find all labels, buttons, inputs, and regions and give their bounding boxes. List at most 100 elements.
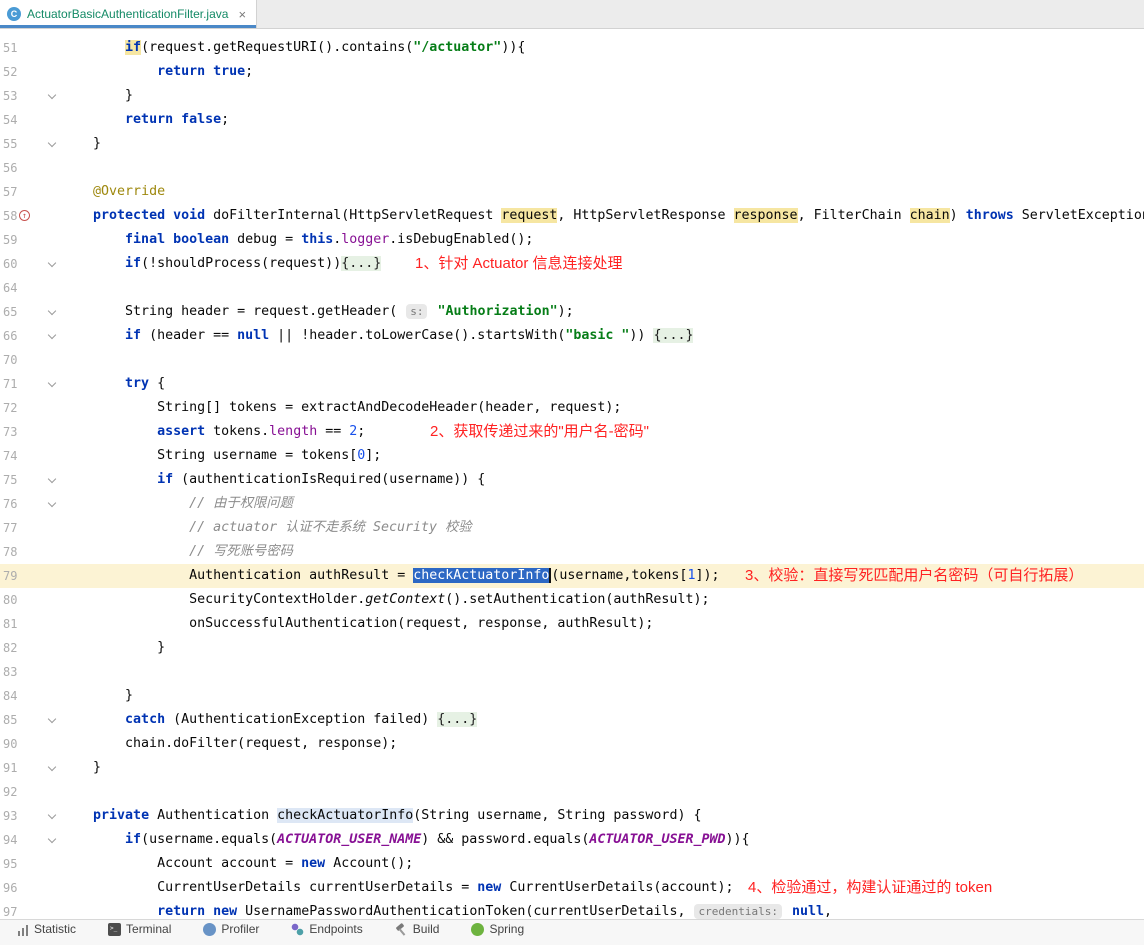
code-text[interactable]: assert tokens.length == 2; bbox=[61, 420, 365, 444]
line-number[interactable]: 77 bbox=[3, 516, 17, 540]
line-number[interactable]: 83 bbox=[3, 660, 17, 684]
line-number[interactable]: 85 bbox=[3, 708, 17, 732]
line-number[interactable]: 78 bbox=[3, 540, 17, 564]
line-number[interactable]: 73 bbox=[3, 420, 17, 444]
editor-gutter[interactable]: 59 bbox=[0, 228, 61, 252]
code-text[interactable]: chain.doFilter(request, response); bbox=[61, 732, 397, 756]
editor-gutter[interactable]: 74 bbox=[0, 444, 61, 468]
editor-gutter[interactable]: 65 bbox=[0, 300, 61, 324]
code-text[interactable]: catch (AuthenticationException failed) {… bbox=[61, 708, 478, 732]
editor-gutter[interactable]: 70 bbox=[0, 348, 61, 372]
line-number[interactable]: 55 bbox=[3, 132, 17, 156]
close-tab-icon[interactable]: × bbox=[238, 8, 246, 21]
editor-gutter[interactable]: 58 ↑ bbox=[0, 204, 61, 228]
code-text[interactable]: SecurityContextHolder.getContext().setAu… bbox=[61, 588, 709, 612]
line-number[interactable]: 94 bbox=[3, 828, 17, 852]
code-text[interactable]: Account account = new Account(); bbox=[61, 852, 413, 876]
editor-gutter[interactable]: 64 bbox=[0, 276, 61, 300]
code-text[interactable]: } bbox=[61, 636, 165, 660]
editor-gutter[interactable]: 95 bbox=[0, 852, 61, 876]
line-number[interactable]: 81 bbox=[3, 612, 17, 636]
line-number[interactable]: 76 bbox=[3, 492, 17, 516]
fold-arrow-icon[interactable] bbox=[47, 258, 57, 268]
editor-gutter[interactable]: 77 bbox=[0, 516, 61, 540]
editor-gutter[interactable]: 75 bbox=[0, 468, 61, 492]
fold-arrow-icon[interactable] bbox=[47, 138, 57, 148]
fold-arrow-icon[interactable] bbox=[47, 474, 57, 484]
line-number[interactable]: 56 bbox=[3, 156, 17, 180]
line-number[interactable]: 80 bbox=[3, 588, 17, 612]
tool-window-button-statistic[interactable]: Statistic bbox=[16, 922, 76, 936]
line-number[interactable]: 91 bbox=[3, 756, 17, 780]
code-text[interactable]: CurrentUserDetails currentUserDetails = … bbox=[61, 876, 733, 900]
editor-gutter[interactable]: 90 bbox=[0, 732, 61, 756]
fold-arrow-icon[interactable] bbox=[47, 714, 57, 724]
editor-gutter[interactable]: 96 bbox=[0, 876, 61, 900]
line-number[interactable]: 79 bbox=[3, 564, 17, 588]
tool-window-button-spring[interactable]: Spring bbox=[471, 922, 524, 936]
fold-arrow-icon[interactable] bbox=[47, 810, 57, 820]
code-text[interactable]: if(!shouldProcess(request)){...} bbox=[61, 252, 382, 276]
line-number[interactable]: 53 bbox=[3, 84, 17, 108]
line-number[interactable]: 60 bbox=[3, 252, 17, 276]
code-text[interactable]: if(username.equals(ACTUATOR_USER_NAME) &… bbox=[61, 828, 749, 852]
fold-arrow-icon[interactable] bbox=[47, 90, 57, 100]
code-text[interactable]: Authentication authResult = checkActuato… bbox=[61, 564, 719, 588]
editor-gutter[interactable]: 84 bbox=[0, 684, 61, 708]
line-number[interactable]: 71 bbox=[3, 372, 17, 396]
line-number[interactable]: 75 bbox=[3, 468, 17, 492]
line-number[interactable]: 72 bbox=[3, 396, 17, 420]
editor-gutter[interactable]: 92 bbox=[0, 780, 61, 804]
code-text[interactable]: return true; bbox=[61, 60, 253, 84]
code-text[interactable]: if(request.getRequestURI().contains("/ac… bbox=[61, 36, 525, 60]
editor-gutter[interactable]: 85 bbox=[0, 708, 61, 732]
editor-gutter[interactable]: 80 bbox=[0, 588, 61, 612]
code-text[interactable]: String[] tokens = extractAndDecodeHeader… bbox=[61, 396, 621, 420]
code-text[interactable]: // 写死账号密码 bbox=[61, 540, 293, 564]
editor-gutter[interactable]: 93 bbox=[0, 804, 61, 828]
fold-arrow-icon[interactable] bbox=[47, 498, 57, 508]
line-number[interactable]: 65 bbox=[3, 300, 17, 324]
code-text[interactable]: String username = tokens[0]; bbox=[61, 444, 381, 468]
code-text[interactable]: String header = request.getHeader( s: "A… bbox=[61, 300, 574, 324]
editor-gutter[interactable]: 72 bbox=[0, 396, 61, 420]
editor-gutter[interactable]: 81 bbox=[0, 612, 61, 636]
line-number[interactable]: 84 bbox=[3, 684, 17, 708]
tool-window-button-terminal[interactable]: Terminal bbox=[108, 922, 171, 936]
line-number[interactable]: 92 bbox=[3, 780, 17, 804]
line-number[interactable]: 90 bbox=[3, 732, 17, 756]
editor-gutter[interactable]: 82 bbox=[0, 636, 61, 660]
overriding-method-icon[interactable]: ↑ bbox=[19, 210, 30, 221]
file-tab[interactable]: C ActuatorBasicAuthenticationFilter.java… bbox=[0, 0, 258, 28]
line-number[interactable]: 54 bbox=[3, 108, 17, 132]
line-number[interactable]: 64 bbox=[3, 276, 17, 300]
code-text[interactable]: private Authentication checkActuatorInfo… bbox=[61, 804, 701, 828]
line-number[interactable]: 58 bbox=[3, 204, 17, 228]
fold-arrow-icon[interactable] bbox=[47, 306, 57, 316]
editor-gutter[interactable]: 91 bbox=[0, 756, 61, 780]
code-text[interactable]: // 由于权限问题 bbox=[61, 492, 293, 516]
editor-gutter[interactable]: 60 bbox=[0, 252, 61, 276]
fold-arrow-icon[interactable] bbox=[47, 834, 57, 844]
editor-gutter[interactable]: 54 bbox=[0, 108, 61, 132]
line-number[interactable]: 70 bbox=[3, 348, 17, 372]
editor-gutter[interactable]: 73 bbox=[0, 420, 61, 444]
editor-gutter[interactable]: 71 bbox=[0, 372, 61, 396]
line-number[interactable]: 74 bbox=[3, 444, 17, 468]
code-text[interactable]: } bbox=[61, 132, 101, 156]
line-number[interactable]: 59 bbox=[3, 228, 17, 252]
editor-gutter[interactable]: 83 bbox=[0, 660, 61, 684]
code-text[interactable]: onSuccessfulAuthentication(request, resp… bbox=[61, 612, 653, 636]
code-text[interactable]: return false; bbox=[61, 108, 229, 132]
tool-window-button-profiler[interactable]: Profiler bbox=[203, 922, 259, 936]
line-number[interactable]: 52 bbox=[3, 60, 17, 84]
fold-arrow-icon[interactable] bbox=[47, 330, 57, 340]
editor-gutter[interactable]: 79 bbox=[0, 564, 61, 588]
editor-gutter[interactable]: 78 bbox=[0, 540, 61, 564]
editor-gutter[interactable]: 76 bbox=[0, 492, 61, 516]
code-editor[interactable]: 51 if(request.getRequestURI().contains("… bbox=[0, 29, 1144, 932]
fold-arrow-icon[interactable] bbox=[47, 378, 57, 388]
line-number[interactable]: 51 bbox=[3, 36, 17, 60]
line-number[interactable]: 93 bbox=[3, 804, 17, 828]
fold-arrow-icon[interactable] bbox=[47, 762, 57, 772]
